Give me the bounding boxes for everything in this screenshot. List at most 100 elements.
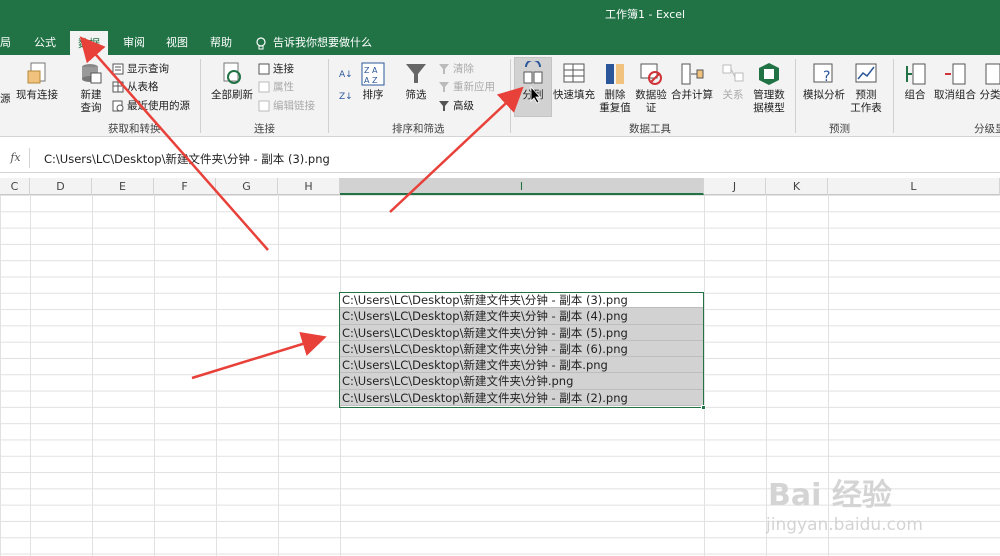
tab-help[interactable]: 帮助 — [210, 34, 232, 50]
sort-icon: Z AA Z — [361, 62, 385, 86]
fill-handle[interactable] — [701, 405, 706, 410]
grid-line — [216, 195, 217, 556]
refresh-all-button[interactable]: 全部刷新 — [208, 61, 256, 102]
column-header-d[interactable]: D — [30, 178, 92, 195]
clear-button[interactable]: 清除 — [438, 61, 474, 77]
grid-line — [766, 195, 767, 556]
tab-page-layout[interactable]: 局 — [0, 34, 11, 50]
svg-text:?: ? — [823, 69, 830, 85]
column-header-l[interactable]: L — [828, 178, 1000, 195]
clear-label: 清除 — [453, 63, 474, 75]
tab-data[interactable]: 数据 — [70, 31, 108, 55]
relationships-button[interactable]: 关系 — [717, 61, 749, 102]
filter-icon — [406, 64, 426, 83]
group-separator — [328, 59, 329, 133]
column-header-j[interactable]: J — [704, 178, 766, 195]
filter-button[interactable]: 筛选 — [400, 61, 432, 102]
data-validation-label-2: 证 — [645, 102, 657, 114]
mouse-cursor-icon — [530, 86, 541, 104]
consolidate-button[interactable]: 合并计算 — [670, 61, 714, 102]
ribbon-tab-bar: 局 公式 数据 审阅 视图 帮助 告诉我你想要做什么 — [0, 28, 1000, 55]
subtotal-button[interactable]: 分类 — [978, 61, 1000, 102]
grid-line — [30, 195, 31, 556]
column-header-c[interactable]: C — [0, 178, 30, 195]
edit-links-label: 编辑链接 — [273, 100, 315, 112]
subtotal-icon — [985, 63, 1000, 85]
reapply-label: 重新应用 — [453, 81, 495, 93]
column-header-i[interactable]: I — [340, 178, 704, 195]
formula-bar: fx C:\Users\LC\Desktop\新建文件夹\分钟 - 副本 (3)… — [0, 143, 1000, 173]
data-validation-button[interactable]: 数据验 证 — [634, 61, 668, 115]
column-header-h[interactable]: H — [278, 178, 340, 195]
reapply-button[interactable]: 重新应用 — [438, 79, 495, 95]
new-query-icon — [82, 64, 102, 84]
refresh-all-label: 全部刷新 — [211, 89, 253, 101]
svg-text:A↓: A↓ — [339, 70, 353, 80]
svg-text:Z↓: Z↓ — [339, 92, 353, 102]
show-queries-button[interactable]: 显示查询 — [112, 61, 169, 77]
group-label-sort-filter: 排序和筛选 — [392, 123, 445, 135]
group-label-data-tools: 数据工具 — [629, 123, 671, 135]
existing-connections-label: 现有连接 — [16, 89, 58, 101]
manage-data-model-button[interactable]: 管理数 据模型 — [751, 61, 787, 115]
consolidate-label: 合并计算 — [671, 89, 713, 101]
recent-sources-label: 最近使用的源 — [127, 100, 190, 112]
baidu-watermark-url: jingyan.baidu.com — [766, 515, 923, 535]
tab-formulas[interactable]: 公式 — [34, 34, 56, 50]
what-if-label: 模拟分析 — [803, 89, 845, 101]
connections-label: 连接 — [273, 63, 294, 75]
what-if-analysis-button[interactable]: ? 模拟分析 — [801, 61, 847, 102]
forecast-sheet-button[interactable]: 预测 工作表 — [848, 61, 884, 115]
new-query-label-2: 查询 — [80, 102, 102, 114]
new-query-button[interactable]: 新建 查询 — [74, 61, 108, 115]
remove-duplicates-label-2: 重复值 — [599, 102, 631, 114]
tell-me-label: 告诉我你想要做什么 — [273, 36, 372, 49]
table-icon — [112, 81, 124, 93]
group-separator — [510, 59, 511, 133]
grid-line — [704, 195, 705, 556]
group-button[interactable]: 组合 — [900, 61, 930, 102]
selection-border — [339, 292, 704, 408]
properties-icon — [258, 81, 270, 93]
ungroup-rows-icon — [945, 63, 966, 85]
column-headers: C D E F G H I J K L — [0, 178, 1000, 195]
relationships-icon — [722, 64, 744, 82]
formula-input[interactable]: C:\Users\LC\Desktop\新建文件夹\分钟 - 副本 (3).pn… — [44, 151, 330, 167]
remove-duplicates-label-1: 删除 — [604, 89, 626, 101]
column-header-g[interactable]: G — [216, 178, 278, 195]
column-header-k[interactable]: K — [766, 178, 828, 195]
new-query-label-1: 新建 — [80, 89, 102, 101]
remove-duplicates-icon — [606, 64, 624, 84]
group-separator — [795, 59, 796, 133]
column-header-f[interactable]: F — [154, 178, 216, 195]
edit-links-button[interactable]: 编辑链接 — [258, 98, 315, 114]
tab-view[interactable]: 视图 — [166, 34, 188, 50]
group-separator — [893, 59, 894, 133]
recent-sources-button[interactable]: 最近使用的源 — [112, 98, 190, 114]
connections-button[interactable]: 连接 — [258, 61, 294, 77]
flash-fill-icon — [563, 63, 585, 83]
title-bar: 工作簿1 - Excel — [0, 0, 1000, 28]
forecast-label-2: 工作表 — [850, 102, 882, 114]
source-button[interactable]: 源 — [0, 93, 11, 106]
ungroup-button[interactable]: 取消组合 — [932, 61, 978, 102]
sort-button[interactable]: Z AA Z 排序 — [358, 61, 388, 102]
recent-sources-icon — [112, 100, 124, 112]
flash-fill-label: 快速填充 — [553, 89, 595, 101]
flash-fill-button[interactable]: 快速填充 — [553, 61, 595, 102]
group-label-connections: 连接 — [254, 123, 275, 135]
properties-label: 属性 — [273, 81, 294, 93]
insert-function-button[interactable]: fx — [2, 148, 30, 168]
tab-review[interactable]: 审阅 — [123, 34, 145, 50]
data-model-label-2: 据模型 — [753, 102, 785, 114]
advanced-filter-button[interactable]: 高级 — [438, 98, 474, 114]
from-table-button[interactable]: 从表格 — [112, 79, 159, 95]
svg-text:Z A: Z A — [364, 66, 378, 75]
existing-connections-button[interactable]: 现有连接 — [14, 61, 60, 102]
reapply-icon — [439, 82, 449, 92]
column-header-e[interactable]: E — [92, 178, 154, 195]
properties-button[interactable]: 属性 — [258, 79, 294, 95]
tell-me-box[interactable]: 告诉我你想要做什么 — [255, 34, 372, 50]
remove-duplicates-button[interactable]: 删除 重复值 — [598, 61, 632, 115]
ungroup-label: 取消组合 — [934, 89, 976, 101]
